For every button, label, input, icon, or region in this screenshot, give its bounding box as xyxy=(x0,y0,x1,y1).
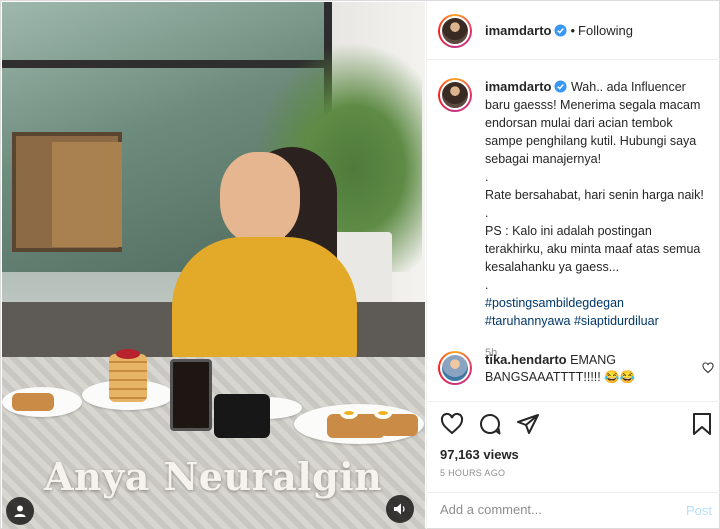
avatar xyxy=(440,80,470,110)
hashtag-link[interactable]: #siaptidurdiluar xyxy=(574,314,659,328)
like-heart-icon[interactable] xyxy=(440,412,464,436)
verified-badge-icon xyxy=(554,24,568,37)
comment-text: tika.hendarto EMANG BANGSAAATTTT!!!!! 😂😂 xyxy=(485,351,680,386)
header-avatar[interactable] xyxy=(438,13,472,48)
bg-door-panel xyxy=(52,142,122,247)
french-press xyxy=(170,359,212,431)
post-time-ago[interactable]: 5 HOURS AGO xyxy=(440,468,505,478)
caption-line: . xyxy=(485,206,489,220)
black-mug xyxy=(214,394,270,438)
caption-text: imamdarto Wah.. ada Influencer baru gaes… xyxy=(485,78,707,362)
comment-input[interactable] xyxy=(440,502,660,517)
comment-bubble-icon[interactable] xyxy=(478,412,502,436)
sound-toggle-button[interactable] xyxy=(386,495,414,523)
post-header: imamdarto • Following xyxy=(427,2,720,60)
hashtag-link[interactable]: #postingsambildegdegan xyxy=(485,296,624,310)
post-media[interactable]: Anya Neuralgin xyxy=(2,2,425,529)
caption-line: Rate bersahabat, hari senin harga naik! xyxy=(485,188,704,202)
add-comment-bar: Post xyxy=(427,492,720,529)
verified-badge-icon xyxy=(554,80,568,93)
avatar xyxy=(440,15,470,46)
tagged-users-button[interactable] xyxy=(6,497,34,525)
comment-avatar[interactable] xyxy=(438,351,472,385)
comment-item: tika.hendarto EMANG BANGSAAATTTT!!!!! 😂😂 xyxy=(438,351,714,386)
instagram-post-frame: Anya Neuralgin imamdarto • Following ima… xyxy=(0,0,720,529)
person-head xyxy=(220,152,300,244)
avatar xyxy=(440,353,470,383)
share-paper-plane-icon[interactable] xyxy=(516,412,540,436)
pancake-berries xyxy=(116,349,140,359)
media-caption-overlay: Anya Neuralgin xyxy=(44,454,383,499)
caption-line: . xyxy=(485,170,489,184)
caption-avatar[interactable] xyxy=(438,78,472,112)
toast-left xyxy=(12,393,54,411)
post-side-panel: imamdarto • Following imamdarto Wah.. ad… xyxy=(426,2,720,529)
comments-area: imamdarto Wah.. ada Influencer baru gaes… xyxy=(427,61,720,401)
egg-2 xyxy=(374,407,392,419)
view-count[interactable]: 97,163 views xyxy=(440,447,519,462)
caption-line: . xyxy=(485,278,489,292)
comment-like-heart-icon[interactable] xyxy=(702,362,714,374)
user-icon xyxy=(14,505,26,517)
header-username[interactable]: imamdarto xyxy=(485,23,551,38)
caption-username[interactable]: imamdarto xyxy=(485,79,551,94)
pancake-stack xyxy=(109,354,147,402)
hashtag-link[interactable]: #taruhannyawa xyxy=(485,314,570,328)
comment-username[interactable]: tika.hendarto xyxy=(485,352,567,367)
following-button[interactable]: Following xyxy=(578,23,633,38)
post-comment-button[interactable]: Post xyxy=(686,503,712,518)
speaker-icon xyxy=(394,503,405,515)
caption-line: PS : Kalo ini adalah postingan terakhirk… xyxy=(485,224,701,274)
egg-1 xyxy=(340,407,358,419)
save-bookmark-icon[interactable] xyxy=(691,412,713,436)
post-caption: imamdarto Wah.. ada Influencer baru gaes… xyxy=(438,78,710,362)
separator-dot: • xyxy=(570,23,576,38)
person-body xyxy=(172,237,357,372)
